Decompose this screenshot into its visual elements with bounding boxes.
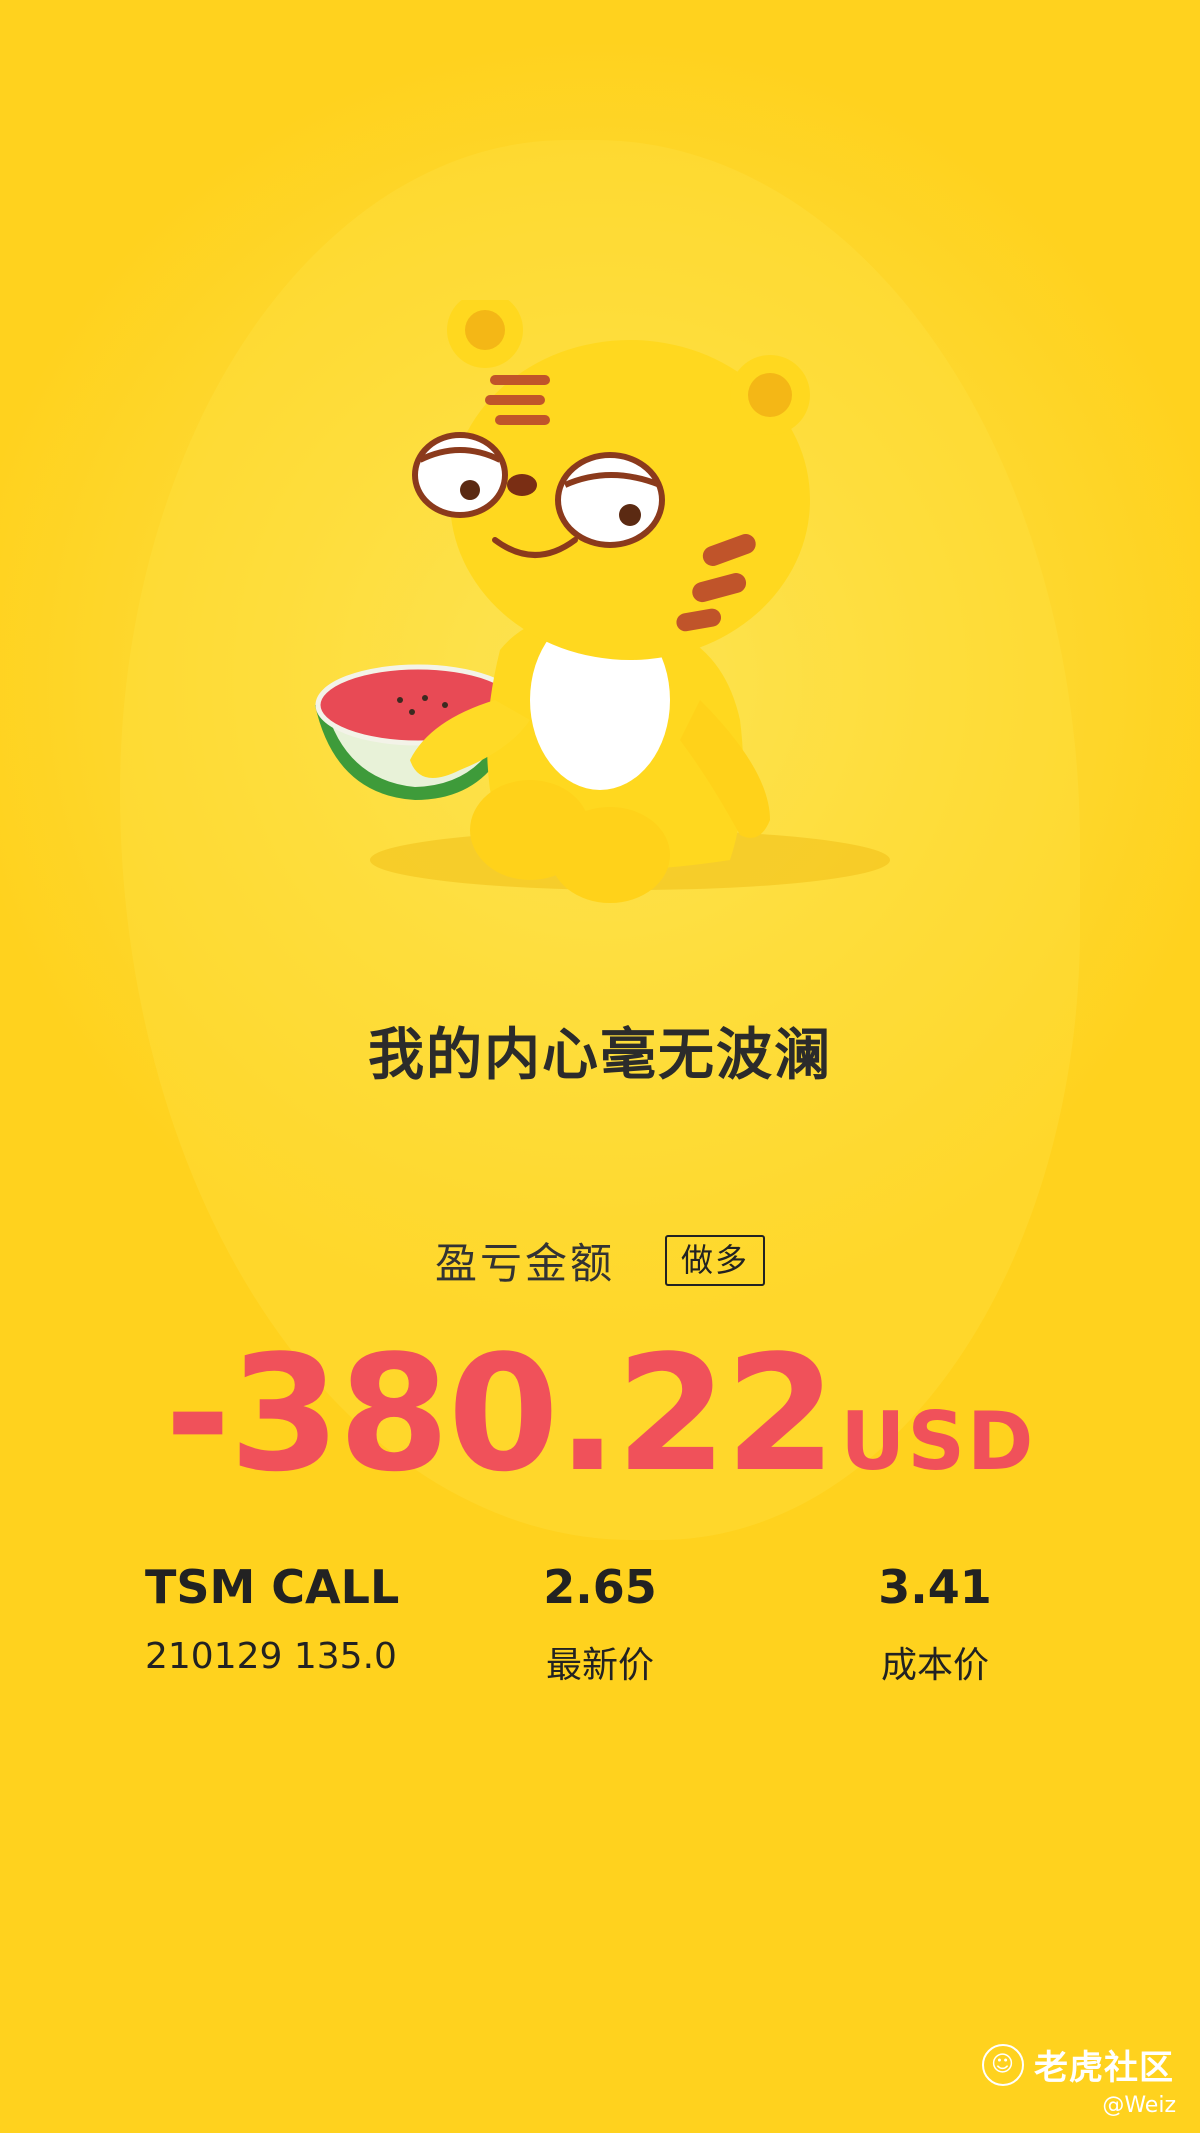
direction-badge: 做多: [665, 1235, 766, 1286]
brand-name: 老虎社区: [1034, 2048, 1174, 2088]
pnl-header: 盈亏金额 做多: [0, 1230, 1200, 1291]
latest-price-label: 最新价: [545, 1645, 654, 1686]
brand-watermark: ☺ 老虎社区: [982, 2040, 1174, 2089]
cost-price-label: 成本价: [880, 1645, 989, 1686]
contract-label: 210129 135.0: [145, 1636, 397, 1677]
position-stats: TSM CALL 210129 135.0 2.65 最新价 3.41 成本价: [0, 1560, 1200, 1710]
tagline-text: 我的内心毫无波澜: [368, 1023, 832, 1088]
cost-price-value: 3.41: [878, 1560, 992, 1614]
pnl-amount: -380.22USD: [0, 1320, 1200, 1507]
pnl-amount-value: -380.22: [164, 1320, 837, 1507]
pnl-label: 盈亏金额: [434, 1239, 615, 1288]
contract-info: TSM CALL 210129 135.0: [145, 1560, 399, 1677]
symbol-label: TSM CALL: [145, 1560, 400, 1614]
tiger-mascot-illustration: [300, 292, 900, 940]
latest-price-block: 2.65 最新价: [500, 1560, 700, 1688]
tiger-logo-icon: ☺: [982, 2043, 1024, 2086]
cost-price-block: 3.41 成本价: [835, 1560, 1035, 1688]
latest-price-value: 2.65: [543, 1560, 657, 1614]
pnl-currency: USD: [840, 1395, 1036, 1488]
user-handle: @Weiz: [1102, 2093, 1176, 2118]
